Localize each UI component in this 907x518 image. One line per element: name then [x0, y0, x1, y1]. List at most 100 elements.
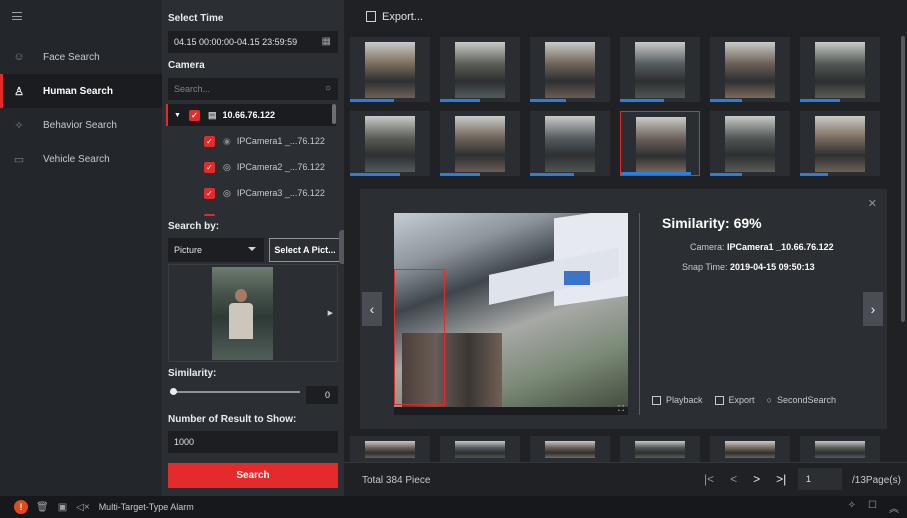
- playback-button[interactable]: Playback: [652, 395, 703, 406]
- result-detail-panel: ✕ ‹ › ⛶ Similarity: 69% Camera: IPCamera…: [360, 189, 887, 429]
- first-page-icon[interactable]: |<: [704, 472, 714, 486]
- next-page-icon[interactable]: >: [753, 472, 760, 486]
- thumbnail-image: [545, 116, 595, 172]
- similarity-slider-handle[interactable]: [170, 388, 177, 395]
- delete-icon[interactable]: 🗑: [36, 502, 49, 513]
- similarity-bar: [710, 173, 742, 176]
- thumbnail-image: [365, 441, 415, 458]
- calendar-icon[interactable]: ▦: [322, 36, 331, 47]
- mute-icon[interactable]: ◁×: [76, 502, 90, 513]
- previous-page-icon[interactable]: <: [730, 472, 737, 486]
- result-thumbnail[interactable]: [620, 37, 700, 102]
- window-icon[interactable]: ☐: [868, 500, 877, 515]
- search-button[interactable]: Search: [168, 463, 338, 488]
- result-count-input[interactable]: 1000: [168, 431, 338, 453]
- thumbnail-image: [635, 441, 685, 458]
- result-thumbnail[interactable]: [710, 37, 790, 102]
- second-search-button[interactable]: ○ SecondSearch: [767, 395, 836, 405]
- result-thumbnail[interactable]: [440, 111, 520, 176]
- status-bar: ! 🗑 ▣ ◁× Multi-Target-Type Alarm ✧ ☐ ︽: [0, 496, 907, 518]
- time-range-value: 04.15 00:00:00-04.15 23:59:59: [174, 37, 298, 47]
- result-thumbnail[interactable]: [530, 436, 610, 462]
- result-thumbnail[interactable]: [710, 436, 790, 462]
- similarity-input[interactable]: 0: [306, 386, 338, 404]
- checkbox-icon[interactable]: ✓: [204, 161, 215, 173]
- sidebar-item-behavior-search[interactable]: ✧ Behavior Search: [0, 108, 162, 142]
- playback-label: Playback: [666, 395, 703, 405]
- result-thumbnail[interactable]: [620, 111, 700, 176]
- similarity-bar: [530, 173, 574, 176]
- checkbox-icon[interactable]: ✓: [204, 187, 215, 199]
- export-icon: [714, 396, 724, 406]
- tree-node-device[interactable]: ▼ ✓ ▤ 10.66.76.122: [166, 104, 336, 126]
- sidebar-item-label: Human Search: [43, 85, 114, 97]
- next-result-button[interactable]: ›: [863, 292, 883, 326]
- result-thumbnail[interactable]: [710, 111, 790, 176]
- expand-up-icon[interactable]: ︽: [889, 500, 899, 515]
- divider: [639, 213, 640, 415]
- result-thumbnail[interactable]: [800, 37, 880, 102]
- export-icon[interactable]: [366, 11, 376, 22]
- result-thumbnail[interactable]: [350, 37, 430, 102]
- tree-node-label: 10.66.76.122: [222, 110, 276, 120]
- thumbnail-image: [725, 441, 775, 458]
- thumbnail-image: [455, 116, 505, 172]
- search-icon[interactable]: ○: [325, 83, 331, 94]
- similarity-bar: [440, 173, 480, 176]
- tree-node-camera-partial[interactable]: [166, 208, 336, 216]
- previous-result-button[interactable]: ‹: [362, 292, 382, 326]
- thumbnail-image: [365, 42, 415, 98]
- camera-search-input[interactable]: Search... ○: [168, 78, 338, 100]
- alarm-icon[interactable]: !: [14, 500, 28, 514]
- export-button[interactable]: Export...: [382, 11, 423, 23]
- camera-search-placeholder: Search...: [174, 84, 211, 94]
- similarity-label: Similarity:: [168, 368, 217, 379]
- similarity-score-value: 69%: [733, 215, 762, 231]
- result-thumbnail[interactable]: [800, 111, 880, 176]
- thumbnail-image: [636, 117, 686, 173]
- search-by-select[interactable]: Picture: [168, 238, 264, 262]
- camera-info: Camera: IPCamera1 _10.66.76.122: [690, 242, 834, 252]
- similarity-bar: [620, 99, 664, 102]
- sidebar-item-face-search[interactable]: ☺ Face Search: [0, 40, 162, 74]
- tree-node-camera[interactable]: ✓ ◎ IPCamera2 _...76.122: [166, 156, 336, 178]
- checkbox-icon[interactable]: ✓: [188, 109, 200, 121]
- similarity-score-label: Similarity:: [662, 215, 730, 231]
- result-thumbnail[interactable]: [350, 111, 430, 176]
- checkbox-icon[interactable]: [204, 213, 215, 216]
- playback-icon: [652, 396, 661, 406]
- select-picture-button[interactable]: Select A Pict...: [269, 238, 341, 262]
- similarity-bar: [800, 173, 828, 176]
- menu-icon[interactable]: [12, 12, 22, 20]
- fullscreen-icon[interactable]: ⛶: [618, 404, 624, 414]
- pin-icon[interactable]: ✧: [848, 500, 856, 515]
- result-thumbnail[interactable]: [800, 436, 880, 462]
- thumbnail-image: [545, 42, 595, 98]
- tree-scrollbar[interactable]: [332, 104, 336, 124]
- result-thumbnail[interactable]: [350, 436, 430, 462]
- close-icon[interactable]: ✕: [868, 197, 877, 210]
- checkbox-icon[interactable]: ✓: [204, 135, 215, 147]
- result-thumbnail[interactable]: [530, 111, 610, 176]
- similarity-slider[interactable]: [170, 391, 300, 393]
- last-page-icon[interactable]: >|: [776, 472, 786, 486]
- time-range-field[interactable]: 04.15 00:00:00-04.15 23:59:59 ▦: [168, 31, 338, 53]
- result-thumbnail[interactable]: [440, 436, 520, 462]
- sidebar-item-human-search[interactable]: ♙ Human Search: [0, 74, 162, 108]
- next-picture-icon[interactable]: ▶: [328, 309, 333, 317]
- similarity-score: Similarity: 69%: [662, 215, 762, 231]
- detail-actions: Playback Export ○ SecondSearch: [652, 395, 836, 406]
- detail-export-button[interactable]: Export: [714, 395, 755, 406]
- message-icon[interactable]: ▣: [58, 502, 67, 513]
- tree-node-camera[interactable]: ✓ ◎ IPCamera3 _...76.122: [166, 182, 336, 204]
- result-thumbnail[interactable]: [530, 37, 610, 102]
- page-number-input[interactable]: 1: [798, 468, 842, 490]
- results-scrollbar[interactable]: [901, 36, 905, 322]
- result-thumbnail[interactable]: [440, 37, 520, 102]
- tree-node-camera[interactable]: ✓ ◉ IPCamera1 _...76.122: [166, 130, 336, 152]
- caret-down-icon[interactable]: ▼: [174, 112, 181, 119]
- result-thumbnail[interactable]: [620, 436, 700, 462]
- sidebar-item-vehicle-search[interactable]: ▭ Vehicle Search: [0, 142, 162, 176]
- alarm-status-text: Multi-Target-Type Alarm: [98, 502, 194, 512]
- face-search-icon: ☺: [13, 51, 25, 63]
